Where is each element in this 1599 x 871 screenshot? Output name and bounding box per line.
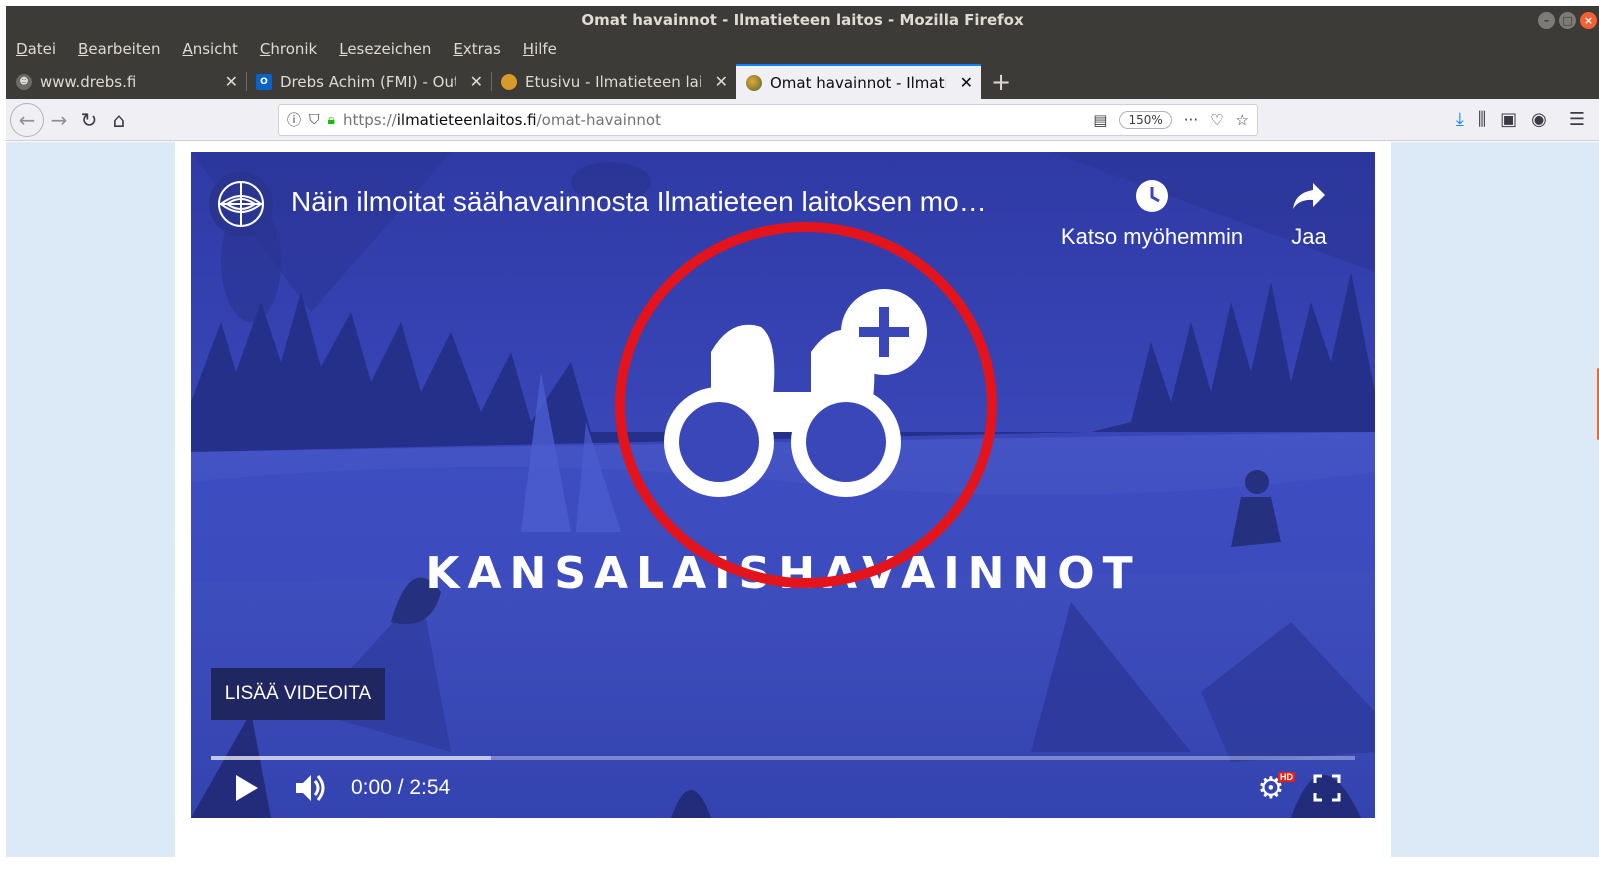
tab-title: Omat havainnot - Ilmatie: [770, 73, 946, 92]
tab-outlook[interactable]: O Drebs Achim (FMI) - Outl ✕: [246, 64, 491, 99]
tab-omat-havainnot[interactable]: Omat havainnot - Ilmatie ✕: [736, 64, 981, 99]
reload-button[interactable]: ↻: [74, 105, 104, 135]
plus-icon: +: [991, 67, 1012, 96]
account-icon[interactable]: ◉: [1531, 109, 1547, 130]
settings-button[interactable]: ⚙ HD: [1251, 768, 1295, 808]
url-path: /omat-havainnot: [536, 111, 661, 129]
annotation-red-circle: [615, 222, 997, 588]
page-viewport: Näin ilmoitat säähavainnosta Ilmatieteen…: [6, 142, 1599, 857]
window-controls: – □ ×: [1538, 12, 1597, 29]
video-controls: 0:00 / 2:54 ⚙ HD: [191, 764, 1375, 818]
volume-icon: [296, 775, 325, 801]
arrow-left-icon: ←: [18, 107, 36, 132]
menu-ansicht[interactable]: Ansicht: [182, 40, 237, 58]
url-actions: ▤ 150% ··· ♡ ☆: [1093, 111, 1249, 129]
watch-later-button[interactable]: Katso myöhemmin: [1057, 174, 1247, 250]
url-host: ilmatieteenlaitos.fi: [396, 111, 537, 129]
video-progress-bar[interactable]: [211, 756, 1355, 760]
clock-icon: [1057, 174, 1247, 218]
lock-icon[interactable]: 🔒︎: [328, 112, 335, 128]
library-icon[interactable]: ⫼: [1478, 109, 1486, 130]
home-button[interactable]: ⌂: [104, 105, 134, 135]
fullscreen-button[interactable]: [1307, 768, 1347, 808]
home-icon: ⌂: [112, 107, 126, 132]
hamburger-menu-icon[interactable]: ☰: [1569, 109, 1585, 130]
sidebar-icon[interactable]: ▣: [1500, 109, 1517, 130]
menu-hilfe[interactable]: Hilfe: [523, 40, 557, 58]
fullscreen-icon: [1313, 774, 1341, 802]
menu-lesezeichen[interactable]: Lesezeichen: [339, 40, 431, 58]
reload-icon: ↻: [80, 107, 98, 132]
menu-bearbeiten[interactable]: Bearbeiten: [78, 40, 160, 58]
url-bar[interactable]: ⓘ ⛉ 🔒︎ https://ilmatieteenlaitos.fi/omat…: [278, 104, 1258, 136]
watch-later-label: Katso myöhemmin: [1060, 224, 1244, 249]
youtube-video-player[interactable]: Näin ilmoitat säähavainnosta Ilmatieteen…: [191, 152, 1375, 818]
fmi-icon: [501, 73, 517, 90]
download-icon[interactable]: ⤓: [1456, 109, 1464, 130]
minimize-window-icon[interactable]: –: [1538, 12, 1555, 29]
tab-etusivu[interactable]: Etusivu - Ilmatieteen lait ✕: [491, 64, 736, 99]
volume-button[interactable]: [291, 768, 331, 808]
time-display: 0:00 / 2:54: [351, 776, 451, 799]
url-scheme: https://: [342, 111, 397, 129]
window-titlebar: Omat havainnot - Ilmatieteen laitos - Mo…: [6, 6, 1599, 34]
forward-button[interactable]: →: [44, 105, 74, 135]
tab-bar: ☻ www.drebs.fi ✕ O Drebs Achim (FMI) - O…: [6, 64, 1599, 99]
tab-title: Drebs Achim (FMI) - Outl: [280, 72, 456, 91]
close-tab-icon[interactable]: ✕: [470, 72, 483, 91]
fmi-channel-logo[interactable]: [209, 172, 273, 236]
play-button[interactable]: [229, 768, 265, 808]
fmi-logo-icon: [218, 181, 264, 227]
pocket-icon[interactable]: ♡: [1210, 111, 1223, 129]
close-tab-icon[interactable]: ✕: [225, 72, 238, 91]
globe-icon: [746, 74, 762, 91]
menu-chronik[interactable]: Chronik: [260, 40, 317, 58]
reader-view-icon[interactable]: ▤: [1093, 111, 1107, 129]
tab-title: www.drebs.fi: [40, 72, 137, 91]
menu-extras[interactable]: Extras: [453, 40, 500, 58]
buffered-bar: [211, 756, 492, 760]
play-icon: [236, 775, 258, 801]
back-button[interactable]: ←: [10, 102, 44, 137]
arrow-right-icon: →: [50, 107, 68, 132]
shield-icon[interactable]: ⛉: [309, 112, 320, 128]
close-window-icon[interactable]: ×: [1580, 12, 1597, 29]
toolbar-right: ⤓ ⫼ ▣ ◉ ☰: [1456, 109, 1585, 130]
info-icon[interactable]: ⓘ: [287, 110, 301, 130]
share-button[interactable]: Jaa: [1281, 174, 1337, 250]
new-tab-button[interactable]: +: [981, 64, 1021, 99]
share-label: Jaa: [1291, 224, 1327, 249]
navigation-toolbar: ← → ↻ ⌂ ⓘ ⛉ 🔒︎ https://ilmatieteenlaitos…: [6, 99, 1599, 141]
menu-datei[interactable]: Datei: [16, 40, 56, 58]
zoom-badge[interactable]: 150%: [1119, 111, 1172, 129]
page-actions-icon[interactable]: ···: [1184, 111, 1198, 129]
close-tab-icon[interactable]: ✕: [960, 73, 973, 92]
person-icon: ☻: [16, 73, 32, 90]
bookmark-star-icon[interactable]: ☆: [1236, 111, 1249, 129]
outlook-icon: O: [256, 73, 272, 90]
window-title: Omat havainnot - Ilmatieteen laitos - Mo…: [581, 11, 1024, 29]
tab-title: Etusivu - Ilmatieteen lait: [525, 72, 701, 91]
hd-badge: HD: [1278, 772, 1295, 782]
maximize-window-icon[interactable]: □: [1559, 12, 1576, 29]
more-videos-button[interactable]: LISÄÄ VIDEOITA: [211, 668, 385, 720]
close-tab-icon[interactable]: ✕: [715, 72, 728, 91]
video-title[interactable]: Näin ilmoitat säähavainnosta Ilmatieteen…: [291, 186, 987, 218]
share-arrow-icon: [1281, 174, 1337, 218]
url-text: https://ilmatieteenlaitos.fi/omat-havain…: [343, 111, 661, 129]
tab-drebs[interactable]: ☻ www.drebs.fi ✕: [6, 64, 246, 99]
menu-bar: Datei Bearbeiten Ansicht Chronik Lesezei…: [6, 34, 1599, 64]
